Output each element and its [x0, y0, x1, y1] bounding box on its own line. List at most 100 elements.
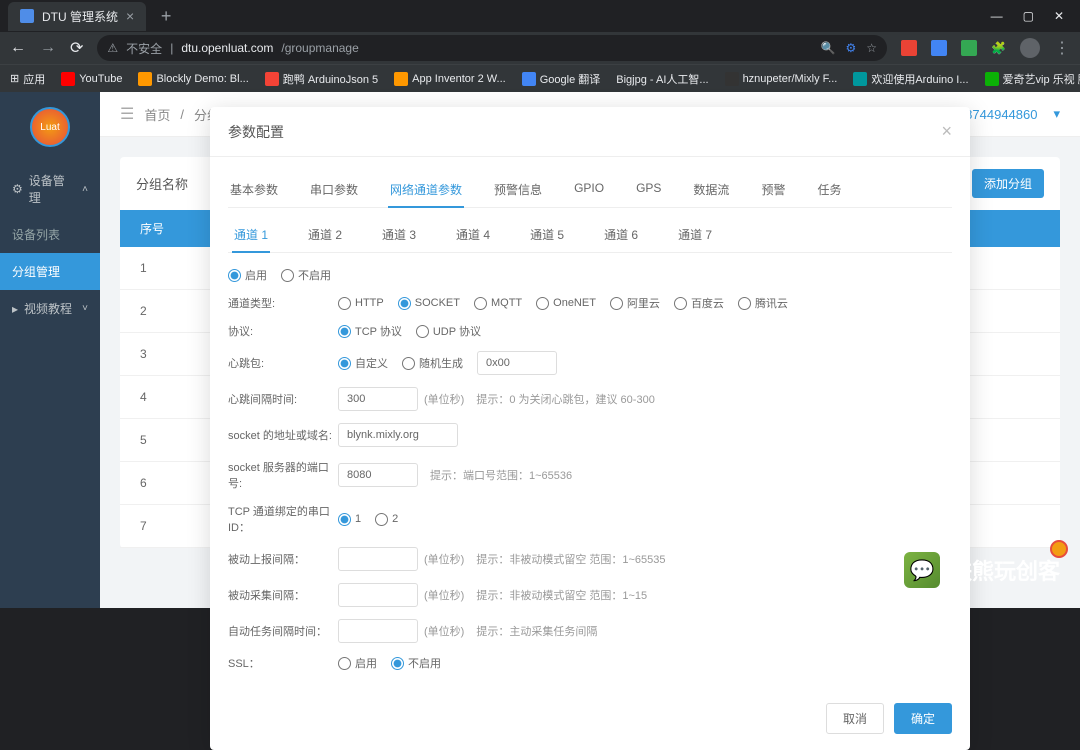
star-icon[interactable]: ☆: [866, 41, 877, 55]
socket-port-input[interactable]: [338, 463, 418, 487]
maximize-icon[interactable]: ▢: [1023, 9, 1034, 23]
tab-alert[interactable]: 预警: [759, 173, 787, 207]
back-button[interactable]: ←: [10, 39, 26, 57]
bookmark-item[interactable]: Google 翻译: [522, 71, 601, 87]
tab-gps[interactable]: GPS: [634, 173, 663, 207]
extension-icon[interactable]: [901, 40, 917, 56]
wechat-icon: 💬: [904, 552, 940, 588]
minimize-icon[interactable]: —: [991, 9, 1003, 23]
bookmark-item[interactable]: App Inventor 2 W...: [394, 72, 506, 86]
radio-tcp[interactable]: TCP 协议: [338, 323, 402, 339]
modal-title: 参数配置: [228, 122, 284, 142]
sidebar-item-device-mgmt[interactable]: ⚙ 设备管理 ˄: [0, 162, 100, 216]
tab-warning[interactable]: 预警信息: [492, 173, 544, 207]
tab-task[interactable]: 任务: [815, 173, 843, 207]
radio-random[interactable]: 随机生成: [402, 355, 463, 371]
socket-addr-input[interactable]: [338, 423, 458, 447]
bookmark-item[interactable]: Blockly Demo: Bl...: [138, 72, 248, 86]
url-host: dtu.openluat.com: [181, 41, 273, 55]
bookmark-item[interactable]: 欢迎使用Arduino I...: [853, 71, 968, 87]
close-window-icon[interactable]: ✕: [1054, 9, 1064, 23]
radio-udp[interactable]: UDP 协议: [416, 323, 481, 339]
sidebar-item-video[interactable]: ▸ 视频教程 ˅: [0, 290, 100, 327]
tab-network[interactable]: 网络通道参数: [388, 173, 464, 208]
tab-channel-5[interactable]: 通道 5: [528, 218, 566, 252]
tab-basic[interactable]: 基本参数: [228, 173, 280, 207]
chevron-up-icon: ˄: [82, 184, 88, 195]
tab-channel-3[interactable]: 通道 3: [380, 218, 418, 252]
bookmark-item[interactable]: Bigjpg - AI人工智...: [616, 71, 708, 87]
passive-upload-input[interactable]: [338, 547, 418, 571]
radio-onenet[interactable]: OneNET: [536, 297, 596, 310]
unit-label: (单位秒): [424, 587, 464, 603]
tab-title: DTU 管理系统: [42, 8, 118, 25]
extension-icon[interactable]: [931, 40, 947, 56]
tabs-main: 基本参数 串口参数 网络通道参数 预警信息 GPIO GPS 数据流 预警 任务: [228, 173, 952, 208]
extension-icon[interactable]: [961, 40, 977, 56]
close-icon[interactable]: ×: [126, 8, 134, 24]
zoom-icon[interactable]: 🔍: [821, 41, 836, 55]
url-path: /groupmanage: [281, 41, 358, 55]
bookmark-item[interactable]: hznupeter/Mixly F...: [725, 72, 838, 86]
new-tab-button[interactable]: +: [154, 4, 178, 28]
radio-socket[interactable]: SOCKET: [398, 297, 460, 310]
passive-collect-input[interactable]: [338, 583, 418, 607]
tab-stream[interactable]: 数据流: [691, 173, 731, 207]
tab-channel-2[interactable]: 通道 2: [306, 218, 344, 252]
logo[interactable]: Luat: [30, 107, 70, 147]
radio-baidu[interactable]: 百度云: [674, 295, 724, 311]
radio-mqtt[interactable]: MQTT: [474, 297, 522, 310]
forward-button[interactable]: →: [40, 39, 56, 57]
tab-serial[interactable]: 串口参数: [308, 173, 360, 207]
passive-collect-hint: 提示：非被动模式留空 范围：1~15: [476, 587, 647, 603]
radio-http[interactable]: HTTP: [338, 297, 384, 310]
radio-serial-2[interactable]: 2: [375, 513, 398, 526]
sidebar-item-group-mgmt[interactable]: 分组管理: [0, 253, 100, 290]
reload-button[interactable]: ⟳: [70, 38, 83, 58]
tab-channel-6[interactable]: 通道 6: [602, 218, 640, 252]
socket-port-label: socket 服务器的端口号:: [228, 459, 338, 491]
radio-ssl-on[interactable]: 启用: [338, 655, 377, 671]
sidebar-item-device-list[interactable]: 设备列表: [0, 216, 100, 253]
unit-label: (单位秒): [424, 623, 464, 639]
radio-enable[interactable]: 启用: [228, 267, 267, 283]
browser-tab[interactable]: DTU 管理系统 ×: [8, 2, 146, 31]
close-icon[interactable]: ×: [941, 121, 952, 142]
tab-channel-7[interactable]: 通道 7: [676, 218, 714, 252]
radio-aliyun[interactable]: 阿里云: [610, 295, 660, 311]
radio-tencent[interactable]: 腾讯云: [738, 295, 788, 311]
heartbeat-value-input[interactable]: [477, 351, 557, 375]
translate-icon[interactable]: ⚙: [846, 41, 857, 55]
heartbeat-hint: 提示：0 为关闭心跳包，建议 60-300: [476, 391, 654, 407]
modal-overlay: 参数配置 × 基本参数 串口参数 网络通道参数 预警信息 GPIO GPS 数据…: [100, 92, 1080, 608]
extension-icon[interactable]: 🧩: [991, 41, 1006, 55]
bookmark-item[interactable]: YouTube: [61, 72, 122, 86]
tab-channel-4[interactable]: 通道 4: [454, 218, 492, 252]
tab-channel-1[interactable]: 通道 1: [232, 218, 270, 253]
passive-upload-hint: 提示：非被动模式留空 范围：1~65535: [476, 551, 665, 567]
unit-label: (单位秒): [424, 551, 464, 567]
apps-button[interactable]: ⊞ 应用: [10, 71, 45, 87]
radio-ssl-off[interactable]: 不启用: [391, 655, 441, 671]
auto-task-input[interactable]: [338, 619, 418, 643]
url-warning: 不安全: [126, 40, 162, 57]
confirm-button[interactable]: 确定: [894, 703, 952, 734]
menu-icon[interactable]: ⋮: [1054, 38, 1070, 58]
radio-custom[interactable]: 自定义: [338, 355, 388, 371]
cancel-button[interactable]: 取消: [826, 703, 884, 734]
channel-type-label: 通道类型:: [228, 295, 338, 311]
profile-icon[interactable]: [1020, 38, 1040, 58]
tab-gpio[interactable]: GPIO: [572, 173, 606, 207]
lock-warning-icon: ⚠: [107, 41, 118, 55]
bookmark-item[interactable]: 爱奇艺vip 乐视 腾...: [985, 71, 1080, 87]
bookmark-item[interactable]: 跑鸭 ArduinoJson 5: [265, 71, 378, 87]
radio-serial-1[interactable]: 1: [338, 513, 361, 526]
auto-task-hint: 提示：主动采集任务间隔: [476, 623, 597, 639]
ssl-label: SSL：: [228, 655, 338, 671]
radio-disable[interactable]: 不启用: [281, 267, 331, 283]
passive-upload-label: 被动上报间隔：: [228, 551, 338, 567]
watermark: 💬 铁熊玩创客: [904, 552, 1060, 588]
url-bar[interactable]: ⚠ 不安全 | dtu.openluat.com/groupmanage 🔍 ⚙…: [97, 35, 887, 61]
gear-icon: ⚙: [12, 182, 23, 196]
heartbeat-interval-input[interactable]: [338, 387, 418, 411]
